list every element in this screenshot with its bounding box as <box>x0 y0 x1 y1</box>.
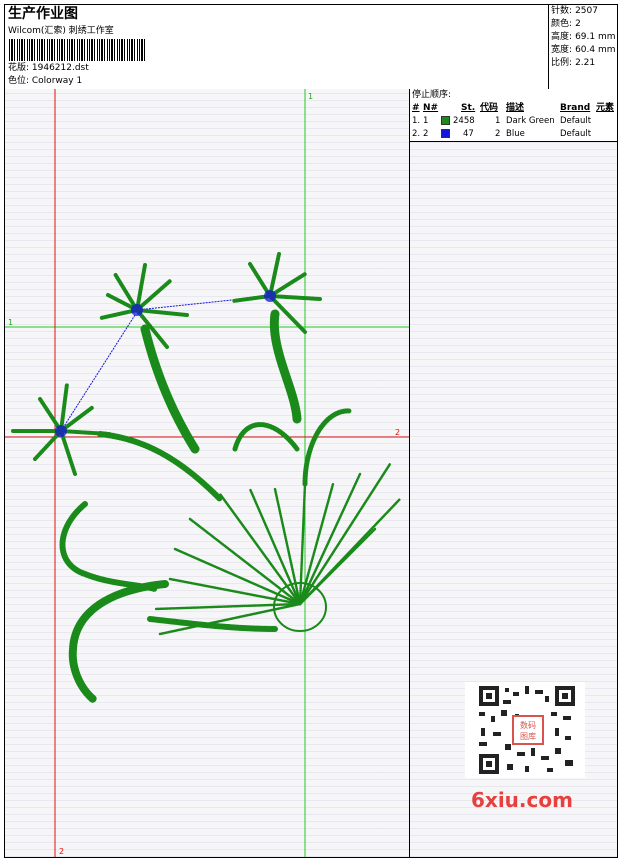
color-swatch <box>441 116 450 125</box>
row-index: 1. <box>412 116 421 126</box>
guide-label-v1: 1 <box>308 92 313 101</box>
column-header: # <box>412 103 420 113</box>
page-title: 生产作业图 <box>8 6 78 22</box>
qr-code-icon: 数码 图库 <box>465 682 585 778</box>
row-description: Dark Green <box>506 116 555 126</box>
stop-sequence-title: 停止顺序: <box>412 90 452 100</box>
row-index: 2. <box>412 129 421 139</box>
guide-label-h2: 2 <box>395 428 400 437</box>
guide-label-v2: 2 <box>59 847 64 856</box>
flower-center <box>131 304 143 316</box>
header: 生产作业图 Wilcom(汇索) 刺绣工作室 花版: 1946212.dst 色… <box>5 5 617 90</box>
stop-sequence-table: 停止顺序: # N# St. 代码 描述 Brand 元素 1. 1 2458 … <box>410 89 617 142</box>
stat-scale: 比例2.21 <box>551 58 595 69</box>
column-header: 描述 <box>506 103 525 113</box>
column-header: Brand <box>560 103 591 113</box>
design-canvas[interactable]: 1 1 2 2 <box>5 89 410 857</box>
row-code: 2 <box>495 129 501 139</box>
row-brand: Default <box>560 129 592 139</box>
stat-height: 高度69.1 mm <box>551 32 616 43</box>
design-filename: 花版: 1946212.dst <box>8 63 89 73</box>
row-needle: 2 <box>423 129 429 139</box>
row-stitches: 47 <box>463 129 474 139</box>
row-stitches: 2458 <box>453 116 475 126</box>
row-brand: Default <box>560 116 592 126</box>
column-header: St. <box>461 103 476 113</box>
jump-thread <box>60 314 136 432</box>
svg-text:数码: 数码 <box>520 720 536 730</box>
stat-stitches: 针数2507 <box>551 6 598 17</box>
barcode <box>9 39 145 61</box>
row-description: Blue <box>506 129 525 139</box>
color-swatch <box>441 129 450 138</box>
column-header: 元素 <box>596 103 615 113</box>
colorway-label: 色位: Colorway 1 <box>8 76 83 86</box>
flower-center <box>55 425 67 437</box>
row-needle: 1 <box>423 116 429 126</box>
guide-label-h1: 1 <box>8 318 13 327</box>
row-code: 1 <box>495 116 501 126</box>
green-stitching <box>11 252 402 703</box>
column-header: N# <box>423 103 439 113</box>
stat-width: 宽度60.4 mm <box>551 45 616 56</box>
stats-box: 针数2507 颜色2 高度69.1 mm 宽度60.4 mm 比例2.21 <box>548 5 618 89</box>
column-header: 代码 <box>480 103 499 113</box>
watermark-site: 6xiu.com <box>471 788 573 812</box>
svg-text:图库: 图库 <box>520 731 536 741</box>
qr-code-watermark: 数码 图库 <box>465 682 585 778</box>
organization-label: Wilcom(汇索) 刺绣工作室 <box>8 26 114 36</box>
embroidery-preview: 1 1 2 2 <box>5 89 409 857</box>
stat-colors: 颜色2 <box>551 19 581 30</box>
flower-center <box>264 290 276 302</box>
